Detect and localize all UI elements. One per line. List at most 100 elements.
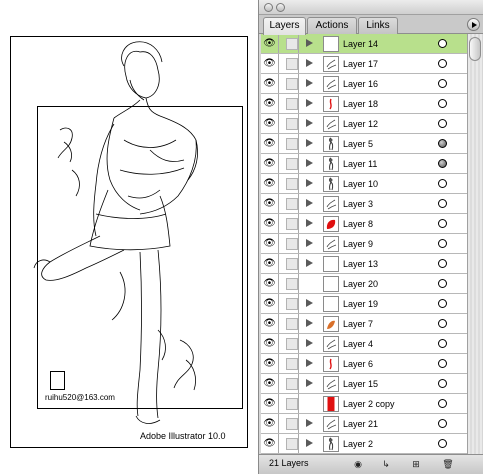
layer-row[interactable]: 👁 Layer 15	[261, 374, 467, 394]
target-circle-icon[interactable]	[438, 219, 447, 228]
visibility-eye-icon[interactable]: 👁	[261, 114, 279, 133]
layers-list[interactable]: 👁 Layer 14 👁 Layer 17 👁 Layer 16 👁 Layer 18 👁 Lay…	[261, 34, 467, 454]
minimize-button[interactable]	[276, 3, 285, 12]
expand-triangle-icon[interactable]	[306, 439, 313, 447]
layer-name[interactable]: Layer 7	[343, 314, 373, 334]
layer-name[interactable]: Layer 14	[343, 34, 378, 54]
lock-toggle[interactable]	[279, 34, 299, 53]
visibility-eye-icon[interactable]: 👁	[261, 314, 279, 333]
visibility-eye-icon[interactable]: 👁	[261, 334, 279, 353]
target-circle-icon[interactable]	[438, 199, 447, 208]
lock-toggle[interactable]	[279, 114, 299, 133]
lock-toggle[interactable]	[279, 274, 299, 293]
layer-name[interactable]: Layer 16	[343, 74, 378, 94]
target-circle-icon[interactable]	[438, 239, 447, 248]
visibility-eye-icon[interactable]: 👁	[261, 34, 279, 53]
tab-links[interactable]: Links	[358, 17, 398, 34]
layer-name[interactable]: Layer 20	[343, 274, 378, 294]
visibility-eye-icon[interactable]: 👁	[261, 254, 279, 273]
close-button[interactable]	[264, 3, 273, 12]
visibility-eye-icon[interactable]: 👁	[261, 214, 279, 233]
target-circle-icon[interactable]	[438, 119, 447, 128]
layer-row[interactable]: 👁 Layer 7	[261, 314, 467, 334]
layer-row[interactable]: 👁 Layer 16	[261, 74, 467, 94]
lock-toggle[interactable]	[279, 54, 299, 73]
lock-toggle[interactable]	[279, 374, 299, 393]
tab-actions[interactable]: Actions	[307, 17, 357, 34]
lock-toggle[interactable]	[279, 134, 299, 153]
layer-row[interactable]: 👁 Layer 3	[261, 194, 467, 214]
lock-toggle[interactable]	[279, 294, 299, 313]
target-circle-icon[interactable]	[438, 339, 447, 348]
lock-toggle[interactable]	[279, 354, 299, 373]
visibility-eye-icon[interactable]: 👁	[261, 194, 279, 213]
lock-toggle[interactable]	[279, 434, 299, 453]
visibility-eye-icon[interactable]: 👁	[261, 354, 279, 373]
target-circle-icon[interactable]	[438, 399, 447, 408]
expand-triangle-icon[interactable]	[306, 339, 313, 347]
scrollbar-thumb[interactable]	[469, 37, 481, 61]
lock-toggle[interactable]	[279, 194, 299, 213]
layer-name[interactable]: Layer 12	[343, 114, 378, 134]
visibility-eye-icon[interactable]: 👁	[261, 74, 279, 93]
target-circle-icon[interactable]	[438, 59, 447, 68]
layer-row[interactable]: 👁 Layer 21	[261, 414, 467, 434]
layer-name[interactable]: Layer 21	[343, 414, 378, 434]
lock-toggle[interactable]	[279, 74, 299, 93]
visibility-eye-icon[interactable]: 👁	[261, 434, 279, 453]
visibility-eye-icon[interactable]: 👁	[261, 274, 279, 293]
layer-row[interactable]: 👁 Layer 6	[261, 354, 467, 374]
target-circle-icon[interactable]	[438, 379, 447, 388]
expand-triangle-icon[interactable]	[306, 99, 313, 107]
expand-triangle-icon[interactable]	[306, 139, 313, 147]
layer-row[interactable]: 👁 Layer 13	[261, 254, 467, 274]
lock-toggle[interactable]	[279, 234, 299, 253]
expand-triangle-icon[interactable]	[306, 299, 313, 307]
layer-name[interactable]: Layer 5	[343, 134, 373, 154]
visibility-eye-icon[interactable]: 👁	[261, 414, 279, 433]
delete-layer-icon[interactable]: 🗑	[441, 458, 455, 470]
expand-triangle-icon[interactable]	[306, 119, 313, 127]
layer-name[interactable]: Layer 2 copy	[343, 394, 395, 414]
target-circle-icon[interactable]	[438, 259, 447, 268]
create-new-layer-icon[interactable]: ⊞	[409, 458, 423, 470]
expand-triangle-icon[interactable]	[306, 379, 313, 387]
layer-name[interactable]: Layer 2	[343, 434, 373, 454]
layer-row[interactable]: 👁 Layer 20	[261, 274, 467, 294]
layer-row[interactable]: 👁 Layer 10	[261, 174, 467, 194]
target-circle-icon[interactable]	[438, 79, 447, 88]
expand-triangle-icon[interactable]	[306, 319, 313, 327]
layer-name[interactable]: Layer 17	[343, 54, 378, 74]
visibility-eye-icon[interactable]: 👁	[261, 234, 279, 253]
target-circle-icon[interactable]	[438, 139, 447, 148]
target-circle-icon[interactable]	[438, 439, 447, 448]
target-circle-icon[interactable]	[438, 179, 447, 188]
visibility-eye-icon[interactable]: 👁	[261, 294, 279, 313]
visibility-eye-icon[interactable]: 👁	[261, 54, 279, 73]
expand-triangle-icon[interactable]	[306, 359, 313, 367]
target-circle-icon[interactable]	[438, 359, 447, 368]
artboard-canvas[interactable]: ruihu520@163.com Adobe Illustrator 10.0	[0, 0, 258, 474]
palette-menu-icon[interactable]	[467, 18, 480, 31]
layer-name[interactable]: Layer 8	[343, 214, 373, 234]
expand-triangle-icon[interactable]	[306, 239, 313, 247]
layer-row[interactable]: 👁 Layer 8	[261, 214, 467, 234]
tab-layers[interactable]: Layers	[263, 17, 306, 35]
target-circle-icon[interactable]	[438, 279, 447, 288]
layer-name[interactable]: Layer 9	[343, 234, 373, 254]
layer-row[interactable]: 👁 Layer 5	[261, 134, 467, 154]
layer-row[interactable]: 👁 Layer 17	[261, 54, 467, 74]
layer-row[interactable]: 👁 Layer 11	[261, 154, 467, 174]
expand-triangle-icon[interactable]	[306, 159, 313, 167]
layer-name[interactable]: Layer 18	[343, 94, 378, 114]
layer-name[interactable]: Layer 15	[343, 374, 378, 394]
expand-triangle-icon[interactable]	[306, 259, 313, 267]
lock-toggle[interactable]	[279, 394, 299, 413]
lock-toggle[interactable]	[279, 154, 299, 173]
layer-row[interactable]: 👁 Layer 19	[261, 294, 467, 314]
visibility-eye-icon[interactable]: 👁	[261, 134, 279, 153]
layer-name[interactable]: Layer 11	[343, 154, 377, 174]
visibility-eye-icon[interactable]: 👁	[261, 394, 279, 413]
expand-triangle-icon[interactable]	[306, 79, 313, 87]
layer-row[interactable]: 👁 Layer 2 copy	[261, 394, 467, 414]
